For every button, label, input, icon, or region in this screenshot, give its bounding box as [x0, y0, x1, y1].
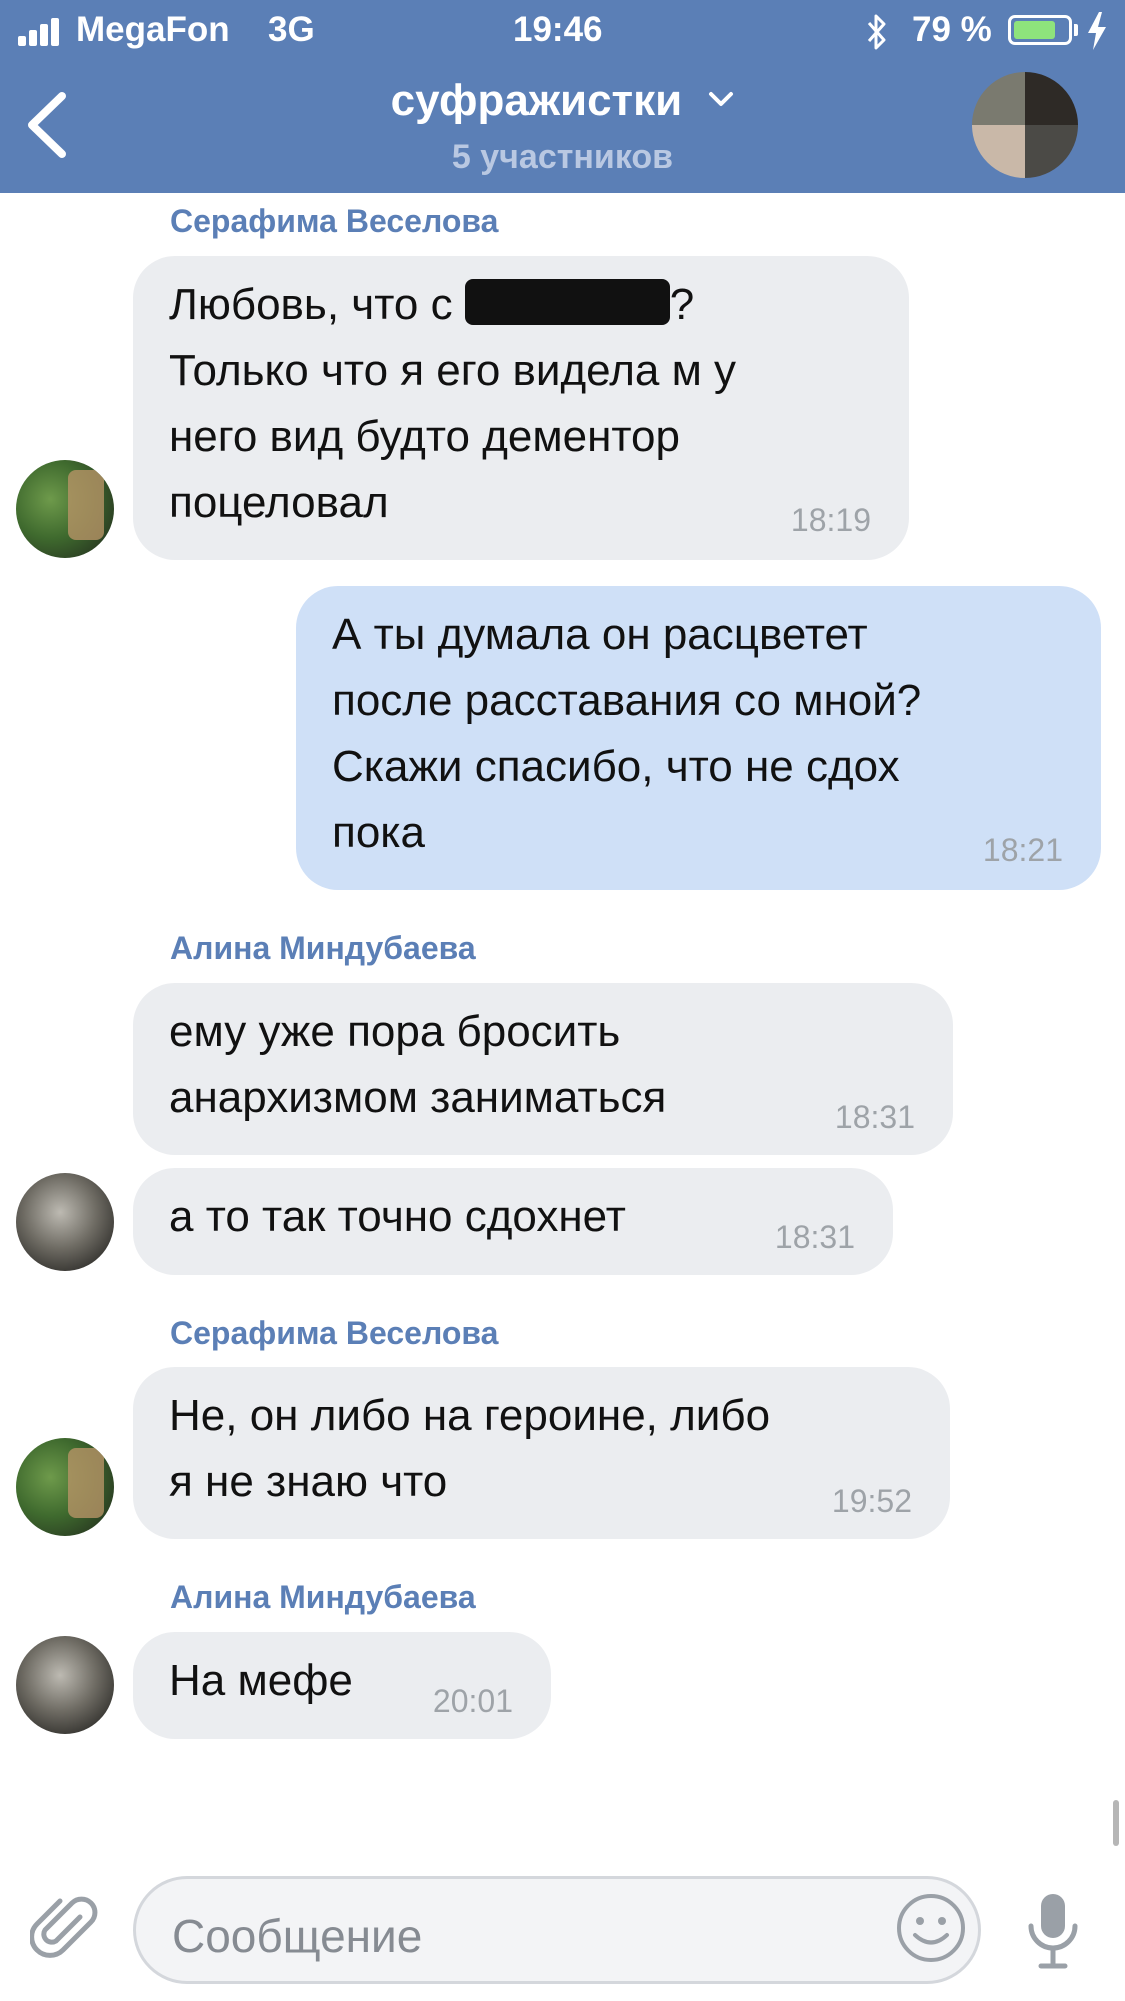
avatar[interactable] — [16, 460, 114, 558]
battery-icon — [1008, 15, 1072, 45]
message-bubble-outgoing[interactable]: А ты думала он расцветет после расставан… — [296, 586, 1101, 890]
emoji-smile-icon[interactable] — [895, 1892, 967, 1964]
message-time: 18:19 — [790, 502, 871, 538]
group-avatar[interactable] — [972, 72, 1078, 178]
redacted-name-block — [464, 279, 670, 325]
carrier-name: MegaFon — [76, 10, 230, 49]
sender-name[interactable]: Алина Миндубаева — [170, 1579, 476, 1616]
attachment-clip-icon[interactable] — [30, 1895, 100, 1965]
charging-bolt-icon — [1088, 12, 1106, 50]
signal-strength-icon — [18, 18, 68, 46]
avatar[interactable] — [16, 1636, 114, 1734]
message-text: А ты думала он расцветет после расставан… — [332, 610, 922, 857]
message-time: 19:52 — [831, 1483, 912, 1519]
status-time: 19:46 — [513, 10, 603, 49]
chevron-down-icon — [709, 92, 734, 106]
participants-count: 5 участников — [451, 138, 674, 176]
message-bubble[interactable]: На мефе 20:01 — [133, 1632, 551, 1739]
message-input-placeholder: Сообщение — [172, 1910, 423, 1962]
message-time: 18:31 — [774, 1219, 855, 1255]
message-time: 20:01 — [432, 1683, 513, 1719]
message-bubble[interactable]: ему уже пора бросить анархизмом занимать… — [133, 983, 953, 1155]
avatar[interactable] — [16, 1173, 114, 1271]
network-type: 3G — [268, 10, 315, 49]
message-bubble[interactable]: Любовь, что с ? Только что я его видела … — [133, 256, 909, 560]
message-bubble[interactable]: а то так точно сдохнет 18:31 — [133, 1168, 893, 1275]
chat-title-text: суфражистки — [390, 76, 683, 125]
sender-name[interactable]: Серафима Веселова — [170, 203, 498, 240]
message-text: ему уже пора бросить анархизмом занимать… — [169, 1007, 667, 1122]
microphone-icon[interactable] — [1025, 1890, 1081, 1972]
sender-name[interactable]: Серафима Веселова — [170, 1315, 498, 1352]
message-time: 18:31 — [834, 1099, 915, 1135]
message-bubble[interactable]: Не, он либо на героине, либо я не знаю ч… — [133, 1367, 950, 1539]
message-input[interactable]: Сообщение — [133, 1876, 981, 1984]
sender-name[interactable]: Алина Миндубаева — [170, 930, 476, 967]
chat-title[interactable]: суфражистки — [0, 76, 1125, 126]
message-time: 18:21 — [982, 832, 1063, 868]
chat-header: MegaFon 3G 19:46 79 % суфражистки 5 учас… — [0, 0, 1125, 193]
message-text: Любовь, что с ? Только что я его видела … — [169, 279, 737, 527]
message-text: а то так точно сдохнет — [169, 1192, 626, 1241]
battery-tip — [1074, 24, 1078, 36]
bluetooth-icon — [867, 14, 886, 50]
battery-percent: 79 % — [912, 10, 992, 49]
avatar[interactable] — [16, 1438, 114, 1536]
scroll-indicator[interactable] — [1113, 1800, 1119, 1846]
message-text: Не, он либо на героине, либо я не знаю ч… — [169, 1391, 771, 1506]
